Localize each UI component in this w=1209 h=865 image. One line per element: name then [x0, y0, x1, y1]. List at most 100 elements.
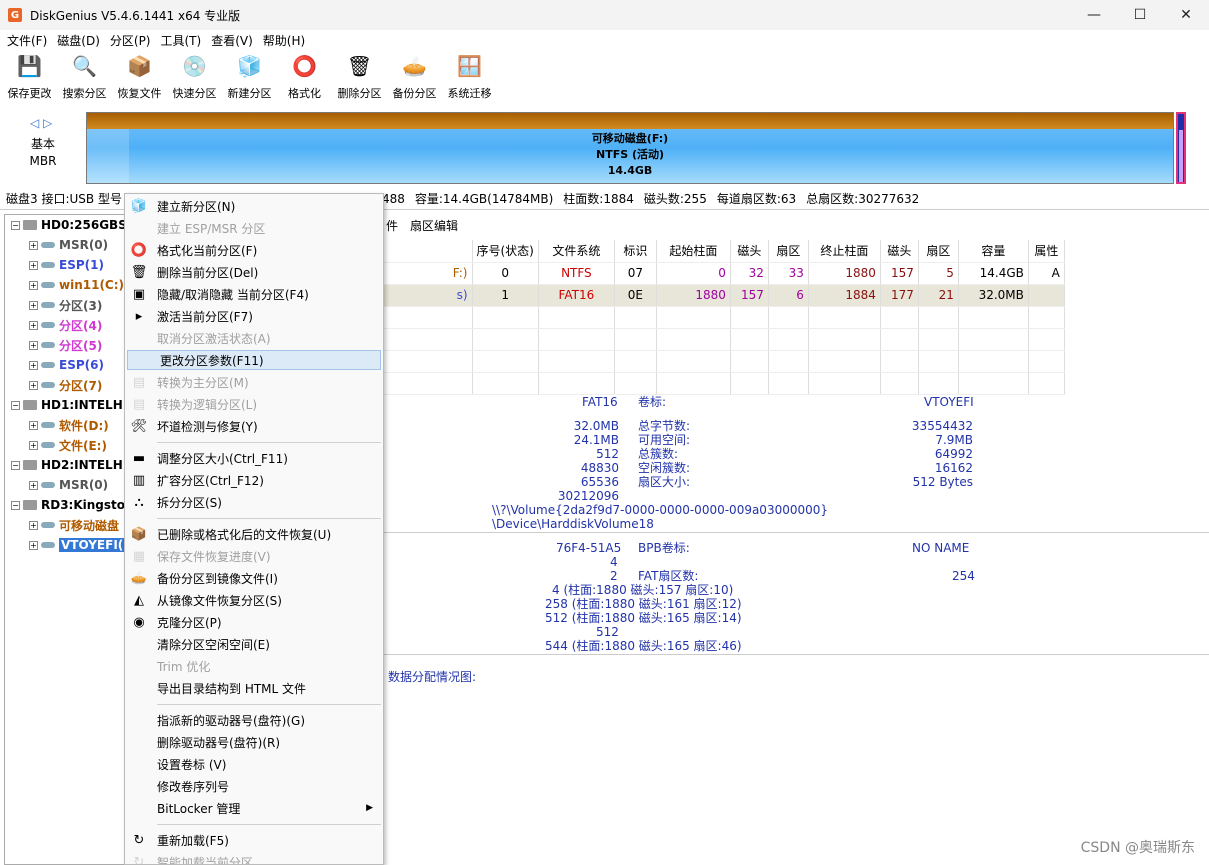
col-header[interactable]: 磁头 [730, 240, 769, 263]
col-header[interactable]: 扇区 [768, 240, 809, 263]
expand-icon[interactable]: + [29, 360, 38, 370]
tree-disk-node[interactable]: − HD1:INTELH [5, 395, 129, 415]
expand-icon[interactable]: + [29, 420, 38, 430]
context-menu-item[interactable]: ▣ 隐藏/取消隐藏 当前分区(F4) [125, 284, 383, 304]
tree-partition-node[interactable]: + ESP(6) [5, 355, 129, 375]
context-menu-item[interactable]: 🛠 坏道检测与修复(Y) [125, 416, 383, 436]
col-header[interactable]: 磁头 [880, 240, 919, 263]
toolbar-button-4[interactable]: 🧊 新建分区 [222, 50, 277, 104]
toolbar-button-5[interactable]: ⭕ 格式化 [277, 50, 332, 104]
col-header[interactable]: 属性 [1028, 240, 1065, 263]
menu-3[interactable]: 工具(T) [156, 32, 207, 49]
tree-disk-node[interactable]: − HD0:256GBS [5, 215, 129, 235]
table-row[interactable]: F:) 0 NTFS 07 0 32 33 1880 157 5 14.4GB A [382, 262, 1065, 285]
tree-partition-node[interactable]: + 可移动磁盘 [5, 515, 129, 535]
disk-nav-arrows[interactable]: ◁ ▷ [30, 116, 52, 130]
col-header[interactable]: 终止柱面 [808, 240, 881, 263]
context-menu-item[interactable]: 🗑 删除当前分区(Del) [125, 262, 383, 282]
context-menu-item[interactable]: BitLocker 管理 ▶ [125, 798, 383, 818]
context-menu-item[interactable]: 取消分区激活状态(A) [125, 328, 383, 348]
expand-icon[interactable]: + [29, 240, 38, 250]
expand-icon[interactable]: + [29, 260, 38, 270]
col-header[interactable]: 序号(状态) [472, 240, 539, 263]
tree-partition-node[interactable]: + VTOYEFI( [5, 535, 129, 555]
menu-2[interactable]: 分区(P) [105, 32, 156, 49]
tree-partition-node[interactable]: + MSR(0) [5, 475, 129, 495]
minimize-button[interactable]: — [1071, 0, 1117, 30]
context-menu-item[interactable]: 📦 已删除或格式化后的文件恢复(U) [125, 524, 383, 544]
tree-partition-node[interactable]: + ESP(1) [5, 255, 129, 275]
context-menu-item[interactable]: ▤ 转换为主分区(M) [125, 372, 383, 392]
tree-disk-node[interactable]: − RD3:Kingsto [5, 495, 129, 515]
context-menu-item[interactable]: ◉ 克隆分区(P) [125, 612, 383, 632]
expand-icon[interactable]: + [29, 480, 38, 490]
expand-icon[interactable]: − [11, 460, 20, 470]
tree-partition-node[interactable]: + 软件(D:) [5, 415, 129, 435]
tree-partition-node[interactable]: + 分区(3) [5, 295, 129, 315]
context-menu-item[interactable]: 指派新的驱动器号(盘符)(G) [125, 710, 383, 730]
toolbar-button-6[interactable]: 🗑 删除分区 [332, 50, 387, 104]
tree-partition-node[interactable]: + 分区(7) [5, 375, 129, 395]
toolbar-button-8[interactable]: 🪟 系统迁移 [442, 50, 497, 104]
context-menu-item[interactable]: Trim 优化 [125, 656, 383, 676]
expand-icon[interactable]: − [11, 220, 20, 230]
context-menu-item[interactable]: ▥ 扩容分区(Ctrl_F12) [125, 470, 383, 490]
expand-icon[interactable]: − [11, 500, 20, 510]
tree-partition-node[interactable]: + MSR(0) [5, 235, 129, 255]
expand-icon[interactable]: + [29, 320, 38, 330]
context-menu-item[interactable]: ⭕ 格式化当前分区(F) [125, 240, 383, 260]
context-menu-item[interactable]: 建立 ESP/MSR 分区 [125, 218, 383, 238]
menu-5[interactable]: 帮助(H) [258, 32, 310, 49]
context-menu-item[interactable]: 修改卷序列号 [125, 776, 383, 796]
menu-1[interactable]: 磁盘(D) [52, 32, 105, 49]
context-menu-item[interactable]: ▦ 保存文件恢复进度(V) [125, 546, 383, 566]
context-menu-item[interactable]: 🧊 建立新分区(N) [125, 196, 383, 216]
expand-icon[interactable]: + [29, 280, 38, 290]
context-menu-item[interactable]: 删除驱动器号(盘符)(R) [125, 732, 383, 752]
context-menu-item[interactable]: ▤ 转换为逻辑分区(L) [125, 394, 383, 414]
context-menu-item[interactable]: ▬ 调整分区大小(Ctrl_F11) [125, 448, 383, 468]
context-menu-item[interactable]: ↻ 智能加载当前分区 [125, 852, 383, 865]
tab-sector-editor[interactable]: 扇区编辑 [410, 217, 458, 234]
toolbar-button-2[interactable]: 📦 恢复文件 [112, 50, 167, 104]
tree-disk-node[interactable]: − HD2:INTELH [5, 455, 129, 475]
expand-icon[interactable]: + [29, 540, 38, 550]
menu-4[interactable]: 查看(V) [206, 32, 258, 49]
toolbar-button-7[interactable]: 🥧 备份分区 [387, 50, 442, 104]
tree-partition-node[interactable]: + win11(C:) [5, 275, 129, 295]
context-menu-item[interactable]: 更改分区参数(F11) [127, 350, 381, 370]
expand-icon[interactable]: + [29, 300, 38, 310]
toolbar-button-0[interactable]: 💾 保存更改 [2, 50, 57, 104]
tree-partition-node[interactable]: + 分区(4) [5, 315, 129, 335]
table-row[interactable]: s) 1 FAT16 0E 1880 157 6 1884 177 21 32.0MB [382, 284, 1065, 307]
context-menu-item[interactable]: ⛬ 拆分分区(S) [125, 492, 383, 512]
context-menu-item[interactable]: ▸ 激活当前分区(F7) [125, 306, 383, 326]
context-menu-item[interactable]: 导出目录结构到 HTML 文件 [125, 678, 383, 698]
close-button[interactable]: ✕ [1163, 0, 1209, 30]
col-header[interactable]: 容量 [958, 240, 1029, 263]
col-header[interactable]: 扇区 [918, 240, 959, 263]
expand-icon[interactable]: + [29, 340, 38, 350]
col-header[interactable]: 标识 [614, 240, 657, 263]
partition-block-main[interactable]: 可移动磁盘(F:) NTFS (活动) 14.4GB [86, 112, 1174, 184]
tree-partition-node[interactable]: + 文件(E:) [5, 435, 129, 455]
tree-partition-node[interactable]: + 分区(5) [5, 335, 129, 355]
menu-0[interactable]: 文件(F) [2, 32, 52, 49]
context-menu-item[interactable]: ↻ 重新加载(F5) [125, 830, 383, 850]
context-menu-item[interactable]: 🥧 备份分区到镜像文件(I) [125, 568, 383, 588]
context-menu-item[interactable]: 清除分区空闲空间(E) [125, 634, 383, 654]
expand-icon[interactable]: + [29, 380, 38, 390]
tab-files[interactable]: 件 [386, 217, 398, 234]
context-menu-item[interactable]: ◭ 从镜像文件恢复分区(S) [125, 590, 383, 610]
context-menu-item[interactable]: 设置卷标 (V) [125, 754, 383, 774]
partition-icon [41, 442, 55, 448]
col-header[interactable]: 起始柱面 [656, 240, 731, 263]
toolbar-button-3[interactable]: 💿 快速分区 [167, 50, 222, 104]
expand-icon[interactable]: + [29, 440, 38, 450]
toolbar-button-1[interactable]: 🔍 搜索分区 [57, 50, 112, 104]
partition-context-menu: 🧊 建立新分区(N) 建立 ESP/MSR 分区 ⭕ 格式化当前分区(F) 🗑 删除当前分区… [124, 193, 384, 865]
maximize-button[interactable]: ☐ [1117, 0, 1163, 30]
col-header[interactable]: 文件系统 [538, 240, 615, 263]
expand-icon[interactable]: + [29, 520, 38, 530]
expand-icon[interactable]: − [11, 400, 20, 410]
